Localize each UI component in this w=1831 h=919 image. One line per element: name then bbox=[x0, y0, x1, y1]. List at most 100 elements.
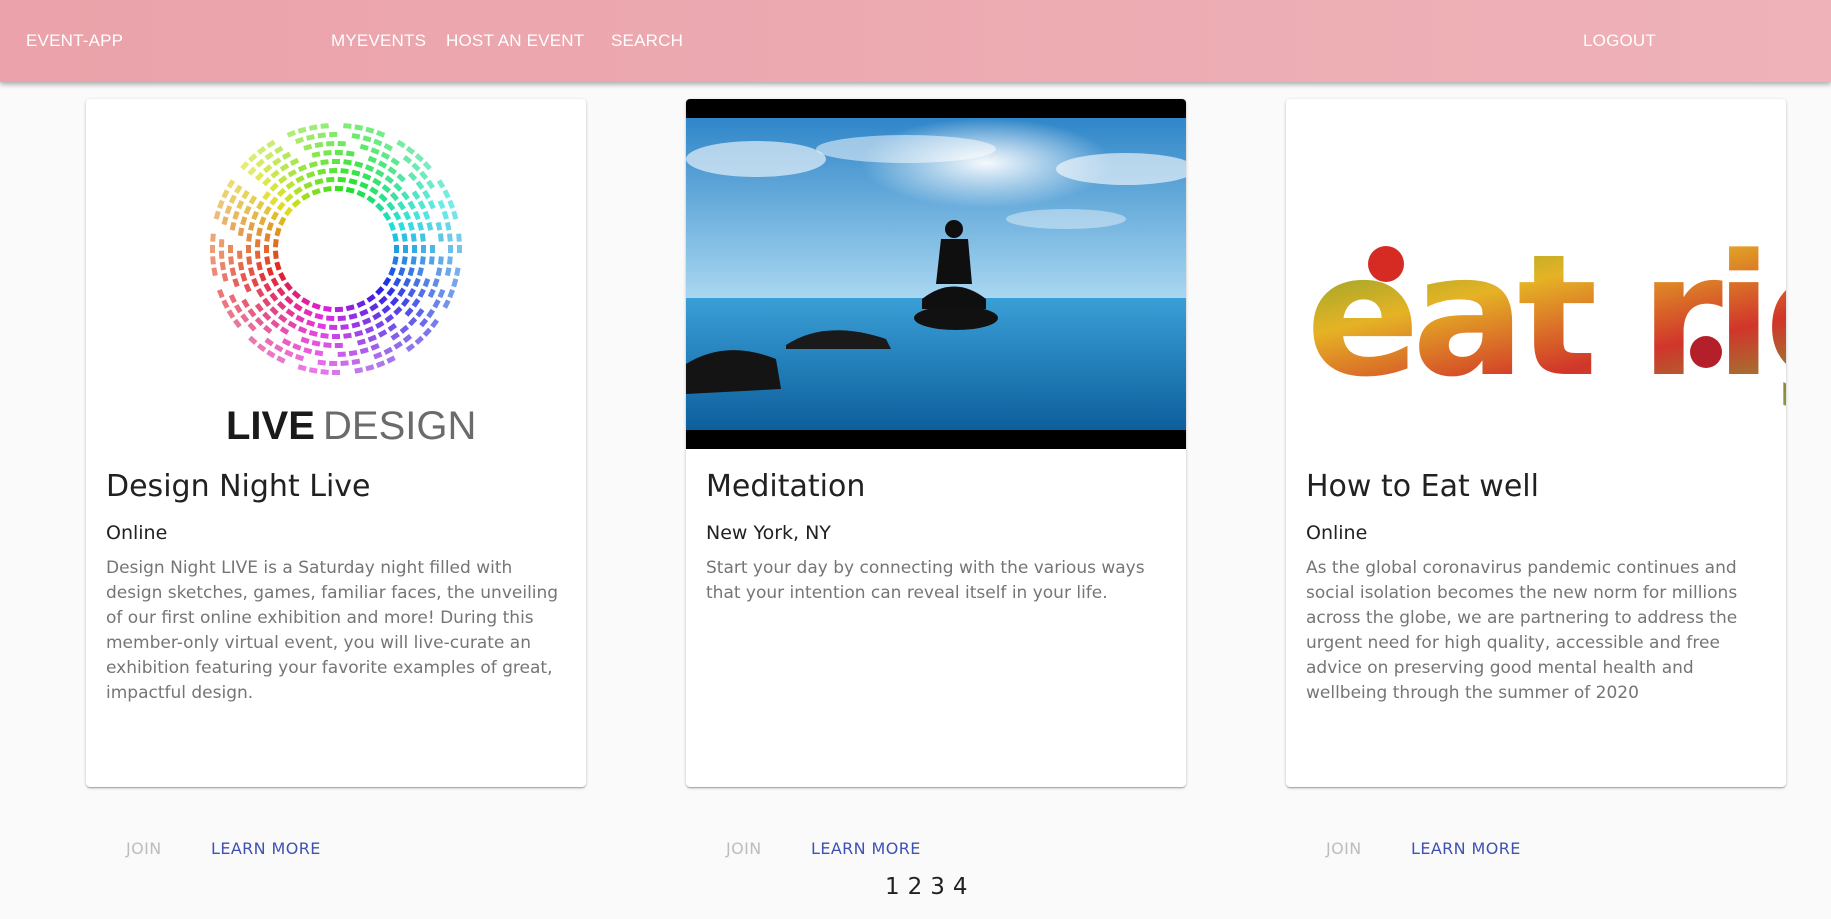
logo-mosaic-tile bbox=[320, 369, 329, 375]
logo-mosaic-tile bbox=[377, 160, 388, 169]
logo-mosaic-tile bbox=[308, 367, 318, 374]
logo-mosaic-tile bbox=[427, 288, 436, 298]
logo-mosaic-tile bbox=[383, 346, 393, 355]
logo-mosaic-tile bbox=[372, 177, 382, 187]
logo-mosaic-tile bbox=[375, 320, 385, 329]
logo-mosaic-tile bbox=[274, 145, 284, 155]
logo-mosaic-tile bbox=[284, 295, 294, 305]
logo-mosaic-tile bbox=[240, 272, 248, 282]
logo-mosaic-tile bbox=[284, 349, 294, 358]
logo-mosaic-tile bbox=[442, 189, 451, 199]
logo-mosaic-tile bbox=[221, 189, 230, 199]
logo-mosaic-tile bbox=[308, 161, 318, 168]
logo-mosaic-tile bbox=[356, 190, 366, 198]
logo-mosaic-tile bbox=[413, 210, 421, 221]
logo-mosaic-tile bbox=[337, 315, 346, 322]
logo-mosaic-tile bbox=[367, 155, 377, 164]
logo-mosaic-tile bbox=[274, 343, 284, 353]
logo-mosaic-tile bbox=[417, 288, 426, 298]
logo-mosaic-tile bbox=[263, 205, 272, 216]
logo-mosaic-tile bbox=[411, 190, 421, 200]
logo-mosaic-tile bbox=[234, 184, 243, 195]
logo-mosaic-tile bbox=[370, 147, 380, 155]
logo-mosaic-tile bbox=[398, 221, 406, 232]
logo-mosaic-tile bbox=[348, 312, 358, 320]
logo-mosaic-tile bbox=[254, 171, 265, 182]
nav-search[interactable]: SEARCH bbox=[611, 0, 683, 82]
logo-mosaic-tile bbox=[248, 153, 258, 163]
logo-mosaic-tile bbox=[354, 367, 364, 374]
logo-mosaic-tile bbox=[210, 256, 216, 265]
logo-mosaic-tile bbox=[248, 335, 258, 345]
logo-mosaic-tile bbox=[278, 313, 288, 323]
logo-mosaic-tile bbox=[444, 221, 452, 231]
logo-mosaic-tile bbox=[378, 295, 388, 305]
logo-mosaic-tile bbox=[375, 130, 386, 138]
logo-mosaic-tile bbox=[401, 233, 408, 242]
logo-mosaic-tile bbox=[314, 178, 324, 186]
logo-mosaic-tile bbox=[269, 196, 279, 206]
logo-mosaic-tile bbox=[393, 211, 402, 221]
logo-mosaic-tile bbox=[248, 195, 258, 205]
page-link-2[interactable]: 2 bbox=[908, 874, 923, 900]
logo-mosaic-tile bbox=[365, 126, 375, 134]
logo-mosaic-tile bbox=[258, 216, 267, 226]
logo-mosaic-tile bbox=[422, 277, 431, 288]
logo-mosaic-tile bbox=[228, 256, 235, 265]
event-location: New York, NY bbox=[706, 522, 831, 544]
app-brand[interactable]: EVENT-APP bbox=[26, 0, 123, 82]
svg-text:eat right.: eat right. bbox=[1306, 218, 1786, 414]
nav-myevents[interactable]: MYEVENTS bbox=[331, 0, 426, 82]
event-card-eat-well: eat right. How to Eat well Online As the… bbox=[1286, 99, 1786, 858]
logo-mosaic-tile bbox=[270, 277, 279, 287]
logo-mosaic-tile bbox=[264, 256, 271, 265]
logo-mosaic-tile bbox=[351, 133, 361, 140]
logo-mosaic-tile bbox=[332, 159, 340, 164]
logo-mosaic-tile bbox=[266, 349, 276, 359]
logo-mosaic-tile bbox=[301, 297, 311, 306]
page-link-3[interactable]: 3 bbox=[930, 874, 945, 900]
logo-mosaic-tile bbox=[303, 181, 313, 190]
join-button[interactable]: JOIN bbox=[1326, 839, 1362, 858]
logo-mosaic-tile bbox=[241, 189, 250, 200]
logo-mosaic-tile bbox=[407, 221, 415, 231]
learn-more-button[interactable]: LEARN MORE bbox=[1411, 839, 1521, 858]
page-link-1[interactable]: 1 bbox=[885, 874, 900, 900]
logo-mosaic-tile bbox=[427, 200, 436, 210]
logo-mosaic-tile bbox=[218, 239, 225, 248]
logo-mosaic-tile bbox=[243, 205, 252, 215]
logo-mosaic-tile bbox=[430, 318, 440, 329]
learn-more-button[interactable]: LEARN MORE bbox=[811, 839, 921, 858]
learn-more-button[interactable]: LEARN MORE bbox=[211, 839, 321, 858]
logo-mosaic-tile bbox=[422, 327, 432, 337]
logo-mosaic-tile bbox=[264, 151, 274, 161]
logo-mosaic-tile bbox=[285, 180, 296, 190]
logo-mosaic-tile bbox=[243, 283, 252, 293]
logo-mosaic-tile bbox=[413, 277, 421, 288]
logo-mosaic-tile bbox=[390, 332, 400, 341]
logo-mosaic-tile bbox=[264, 245, 269, 253]
page-link-4[interactable]: 4 bbox=[953, 874, 968, 900]
event-title: Design Night Live bbox=[106, 469, 371, 504]
logo-mosaic-tile bbox=[291, 290, 302, 300]
join-button[interactable]: JOIN bbox=[126, 839, 162, 858]
logout-button[interactable]: LOGOUT bbox=[1583, 0, 1656, 82]
logo-mosaic-tile bbox=[323, 186, 332, 193]
logo-mosaic-tile bbox=[356, 338, 366, 346]
logo-mosaic-tile bbox=[217, 199, 225, 210]
logo-mosaic-tile bbox=[266, 139, 276, 149]
nav-host-an-event[interactable]: HOST AN EVENT bbox=[446, 0, 584, 82]
logo-mosaic-tile bbox=[394, 245, 399, 253]
join-button[interactable]: JOIN bbox=[726, 839, 762, 858]
logo-mosaic-tile bbox=[303, 347, 313, 355]
logo-mosaic-tile bbox=[276, 355, 286, 364]
logo-mosaic-tile bbox=[343, 123, 352, 129]
logo-mosaic-tile bbox=[317, 168, 327, 175]
logo-mosaic-tile bbox=[389, 191, 400, 202]
logo-mosaic-tile bbox=[386, 287, 396, 297]
livedesign-logo: LIVE DESIGN bbox=[210, 123, 476, 448]
logo-mosaic-tile bbox=[411, 162, 421, 172]
logo-mosaic-tile bbox=[403, 211, 412, 221]
logo-mosaic-tile bbox=[254, 239, 261, 248]
logo-mosaic-tile bbox=[404, 307, 414, 317]
